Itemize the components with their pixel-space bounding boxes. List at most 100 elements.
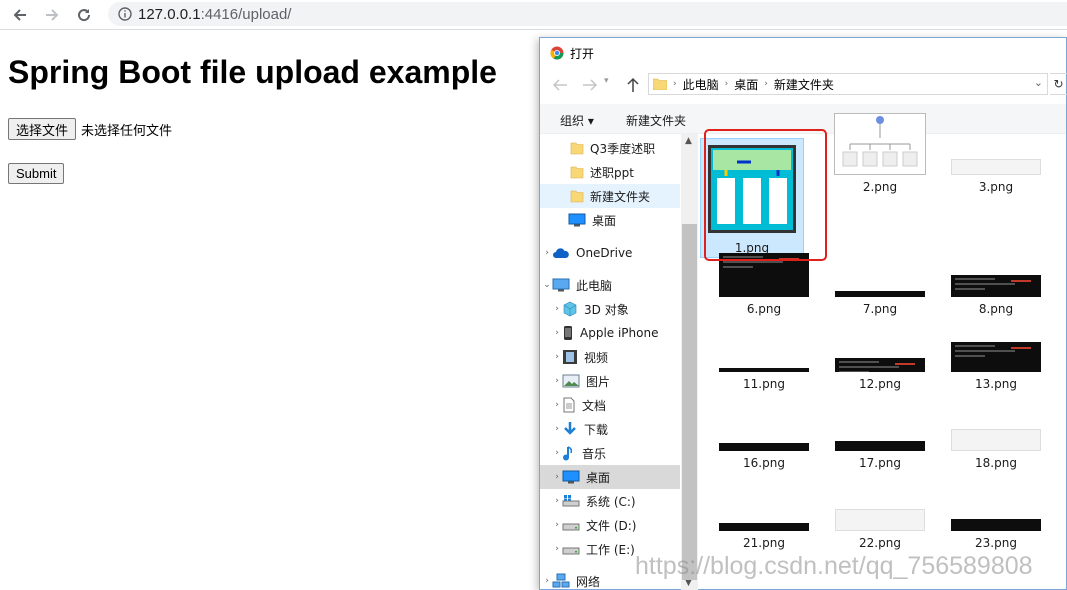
nav-item-label: 3D 对象: [584, 302, 629, 317]
nav-scrollbar-thumb[interactable]: [682, 224, 697, 580]
arrow-left-icon: [13, 8, 26, 21]
cube-icon: [562, 301, 578, 317]
dialog-navbar: ▾ › 此电脑 › 桌面 › 新建文件夹 ⌄ ↻: [540, 70, 1067, 100]
file-item[interactable]: 12.png: [830, 358, 930, 391]
chevron-icon[interactable]: ›: [542, 576, 552, 586]
file-thumbnail: [835, 441, 925, 451]
url-path: :4416/upload/: [200, 5, 292, 23]
breadcrumb-new-folder[interactable]: 新建文件夹: [774, 76, 834, 93]
nav-item-label: 工作 (E:): [586, 542, 635, 557]
scroll-up-icon[interactable]: ▲: [685, 136, 692, 146]
choose-file-button[interactable]: 选择文件: [8, 118, 77, 140]
nav-item-3d-objects[interactable]: › 3D 对象: [540, 297, 680, 321]
file-name: 18.png: [975, 456, 1017, 470]
file-item[interactable]: 8.png: [946, 275, 1046, 316]
address-bar[interactable]: 127.0.0.1:4416/upload/: [108, 2, 1067, 26]
back-button[interactable]: [8, 3, 32, 27]
file-item[interactable]: 7.png: [830, 291, 930, 316]
forward-arrow-icon[interactable]: [582, 78, 598, 92]
file-item[interactable]: 2.png: [830, 113, 930, 194]
breadcrumb-desktop[interactable]: 桌面: [734, 76, 758, 93]
doc-icon: [562, 397, 576, 413]
dialog-address-bar[interactable]: › 此电脑 › 桌面 › 新建文件夹 ⌄: [648, 73, 1048, 95]
file-item[interactable]: 18.png: [946, 429, 1046, 470]
dialog-title: 打开: [570, 46, 595, 61]
drive-c-icon: [562, 494, 580, 508]
nav-item-label: 文件 (D:): [586, 518, 637, 533]
watermark: https://blog.csdn.net/qq_756589808: [635, 552, 1033, 580]
chevron-icon[interactable]: ›: [552, 304, 562, 314]
nav-item-label: Apple iPhone: [580, 326, 659, 340]
file-item[interactable]: 3.png: [946, 159, 1046, 194]
phone-icon: [562, 325, 574, 341]
chevron-icon[interactable]: ›: [552, 472, 562, 482]
nav-item-onedrive[interactable]: › OneDrive: [540, 241, 680, 265]
forward-button[interactable]: [40, 3, 64, 27]
file-name: 6.png: [746, 302, 782, 316]
file-item[interactable]: 22.png: [830, 509, 930, 550]
file-name: 22.png: [859, 536, 901, 550]
chevron-icon[interactable]: ›: [552, 352, 562, 362]
chevron-icon[interactable]: ›: [542, 248, 552, 258]
submit-button[interactable]: Submit: [8, 163, 65, 184]
nav-item-label: 桌面: [592, 213, 617, 228]
nav-item-label: 系统 (C:): [586, 494, 636, 509]
chevron-icon[interactable]: ⌄: [542, 280, 552, 290]
chevron-icon[interactable]: ›: [552, 376, 562, 386]
file-name: 23.png: [975, 536, 1017, 550]
nav-item-new-folder[interactable]: 新建文件夹: [540, 184, 680, 208]
nav-item-documents[interactable]: › 文档: [540, 393, 680, 417]
desktop-icon: [562, 470, 580, 484]
nav-item-downloads[interactable]: › 下载: [540, 417, 680, 441]
nav-item-music[interactable]: › 音乐: [540, 441, 680, 465]
highlight-box: [704, 129, 827, 261]
back-arrow-icon[interactable]: [552, 78, 568, 92]
video-icon: [562, 349, 578, 365]
nav-item-drive-d[interactable]: › 文件 (D:): [540, 513, 680, 537]
breadcrumb-this-pc[interactable]: 此电脑: [683, 76, 719, 93]
file-item[interactable]: 23.png: [946, 519, 1046, 550]
up-arrow-icon[interactable]: [626, 77, 640, 93]
nav-item-drive-c[interactable]: › 系统 (C:): [540, 489, 680, 513]
recent-dropdown-icon[interactable]: ▾: [604, 76, 609, 86]
file-item[interactable]: 6.png: [714, 253, 814, 316]
organize-menu[interactable]: 组织 ▾: [560, 112, 594, 129]
folder-icon: [570, 165, 584, 179]
nav-item-label: 述职ppt: [590, 165, 634, 180]
chevron-icon[interactable]: ›: [552, 400, 562, 410]
nav-item-videos[interactable]: › 视频: [540, 345, 680, 369]
nav-item-apple-iphone[interactable]: › Apple iPhone: [540, 321, 680, 345]
nav-item-q3-review[interactable]: Q3季度述职: [540, 136, 680, 160]
chevron-icon[interactable]: ›: [552, 448, 562, 458]
nav-item-desktop-quick[interactable]: 桌面: [540, 208, 680, 232]
chevron-icon[interactable]: ›: [552, 424, 562, 434]
nav-item-this-pc[interactable]: ⌄ 此电脑: [540, 273, 680, 297]
nav-item-desktop[interactable]: › 桌面: [540, 465, 680, 489]
chevron-icon[interactable]: ›: [552, 544, 562, 554]
refresh-button[interactable]: ↻: [1050, 73, 1067, 95]
breadcrumb-sep: ›: [673, 79, 677, 89]
folder-icon: [653, 78, 667, 90]
file-item[interactable]: 17.png: [830, 441, 930, 470]
chevron-icon[interactable]: ›: [552, 328, 562, 338]
nav-item-label: Q3季度述职: [590, 141, 656, 156]
info-icon: [118, 7, 132, 21]
reload-button[interactable]: [72, 3, 96, 27]
file-item[interactable]: 13.png: [946, 342, 1046, 391]
file-item[interactable]: 11.png: [714, 368, 814, 391]
file-name: 16.png: [743, 456, 785, 470]
new-folder-button[interactable]: 新建文件夹: [626, 112, 686, 129]
file-thumbnail: [719, 368, 809, 372]
address-dropdown-icon[interactable]: ⌄: [1034, 76, 1043, 89]
chevron-icon[interactable]: ›: [552, 520, 562, 530]
nav-item-review-ppt[interactable]: 述职ppt: [540, 160, 680, 184]
file-thumbnail: [719, 523, 809, 531]
dialog-titlebar[interactable]: 打开: [540, 38, 1066, 68]
navigation-pane: Q3季度述职 述职ppt 新建文件夹桌面 › OneDrive ⌄ 此电脑 › 3D 对象 › Ap…: [540, 134, 698, 590]
music-icon: [562, 445, 576, 461]
file-item[interactable]: 16.png: [714, 443, 814, 470]
nav-item-pictures[interactable]: › 图片: [540, 369, 680, 393]
file-item[interactable]: 21.png: [714, 523, 814, 550]
chevron-icon[interactable]: ›: [552, 496, 562, 506]
picture-icon: [562, 374, 580, 388]
